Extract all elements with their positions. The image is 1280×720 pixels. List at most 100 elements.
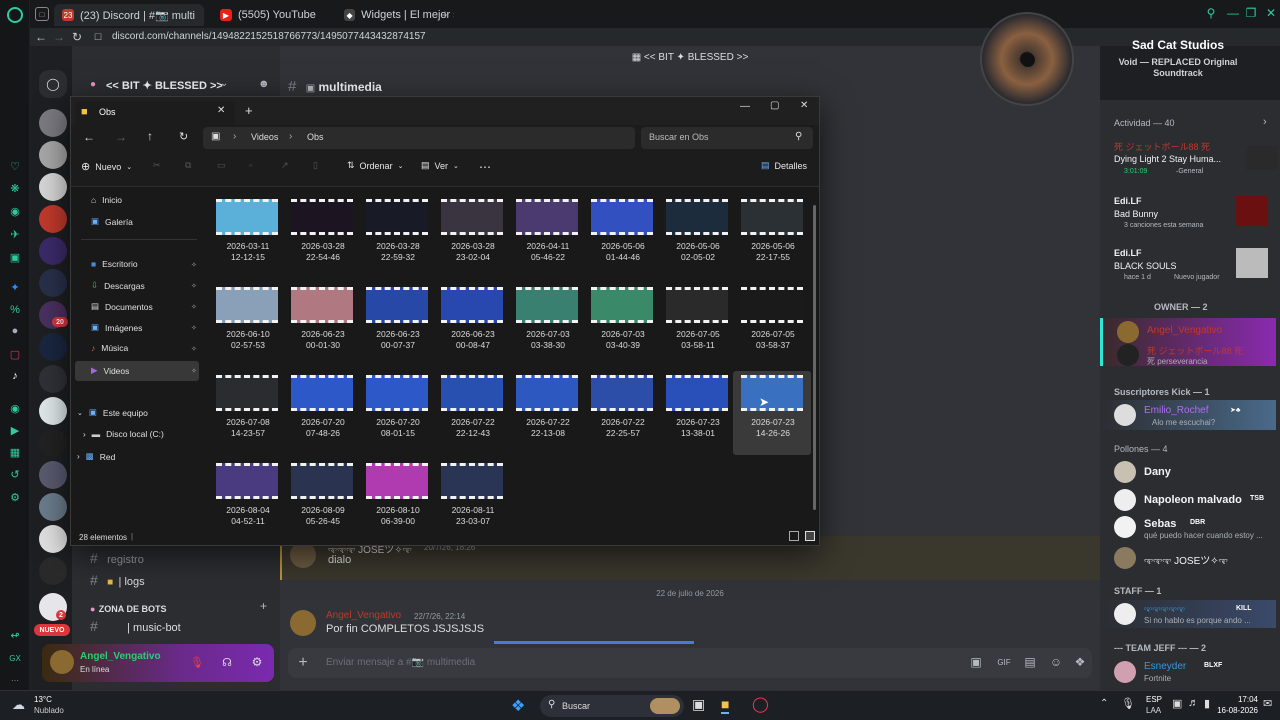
percent-icon[interactable]: % bbox=[7, 302, 23, 318]
video-file[interactable]: 2026-07-22 22-12-43 bbox=[433, 371, 511, 455]
nav-item-descargas[interactable]: ⇩ Descargas bbox=[91, 280, 145, 291]
forward-arrow-icon[interactable]: → bbox=[115, 130, 127, 144]
video-file[interactable]: 2026-06-23 00-07-37 bbox=[358, 283, 436, 367]
video-file[interactable]: 2026-07-22 22-13-08 bbox=[508, 371, 586, 455]
tiktok-icon[interactable]: ♪ bbox=[7, 368, 23, 384]
language[interactable]: ESP bbox=[1146, 695, 1162, 704]
server-icon[interactable] bbox=[39, 237, 67, 265]
album-disc-art[interactable] bbox=[980, 12, 1074, 106]
box-icon[interactable]: ▦ bbox=[7, 444, 23, 460]
close-button[interactable]: ✕ bbox=[1264, 6, 1278, 20]
tab-youtube[interactable]: ▶ (5505) YouTube bbox=[212, 4, 336, 26]
server-icon[interactable] bbox=[39, 141, 67, 169]
message-author[interactable]: Angel_Vengativo bbox=[326, 610, 401, 621]
spark-icon[interactable]: ✦ bbox=[7, 279, 23, 295]
member-row[interactable]: Napoleon malvado TSB bbox=[1100, 488, 1276, 512]
gif-icon[interactable]: GIF bbox=[996, 654, 1012, 670]
chevron-right-icon[interactable]: › bbox=[1263, 116, 1267, 128]
sticker-icon[interactable]: ▤ bbox=[1022, 654, 1038, 670]
extensions-icon[interactable]: ↫ bbox=[7, 627, 23, 643]
spotify-icon[interactable]: ◉ bbox=[7, 400, 23, 416]
nav-item-videos[interactable]: ▶ Videos bbox=[91, 365, 129, 376]
avatar[interactable] bbox=[290, 610, 316, 636]
cut-icon[interactable]: ✂ bbox=[153, 160, 161, 171]
nav-item-inicio[interactable]: ⌂ Inicio bbox=[91, 195, 122, 205]
member-row[interactable]: ಞಞಞಞಞ KILL Si no hablo es porque ando ..… bbox=[1100, 600, 1276, 628]
activity-card[interactable]: Edi.LF BLACK SOULS hace 1 d Nuevo jugado… bbox=[1110, 246, 1274, 286]
delete-icon[interactable]: ▯ bbox=[313, 160, 318, 171]
video-file[interactable]: 2026-05-06 01-44-46 bbox=[583, 195, 661, 279]
pin-icon[interactable]: ✧ bbox=[191, 345, 197, 353]
details-view-icon[interactable] bbox=[789, 531, 799, 541]
server-icon[interactable] bbox=[39, 173, 67, 201]
gift-icon[interactable]: ▣ bbox=[968, 654, 984, 670]
server-icon[interactable] bbox=[39, 397, 67, 425]
package-icon[interactable]: ▣ bbox=[7, 249, 23, 265]
close-tab-icon[interactable]: ✕ bbox=[217, 105, 225, 116]
emoji-icon[interactable]: ☺ bbox=[1048, 654, 1064, 670]
weather-cloud-icon[interactable]: ☁ bbox=[12, 697, 25, 713]
discord-icon[interactable]: ● bbox=[7, 323, 23, 339]
sort-button[interactable]: ⇅ Ordenar ⌄ bbox=[347, 160, 403, 171]
file-explorer-icon[interactable]: ■ bbox=[721, 696, 730, 714]
clock-date[interactable]: 16-08-2026 bbox=[1206, 706, 1258, 715]
breadcrumb-item[interactable]: Videos bbox=[251, 132, 278, 142]
server-icon[interactable] bbox=[39, 525, 67, 553]
channel-item-registro[interactable]: # registro bbox=[90, 550, 270, 568]
video-file[interactable]: 2026-07-20 08-01-15 bbox=[358, 371, 436, 455]
server-icon[interactable] bbox=[39, 493, 67, 521]
heart-icon[interactable]: ♡ bbox=[7, 158, 23, 174]
refresh-icon[interactable]: ↻ bbox=[179, 130, 188, 143]
view-button[interactable]: ▤ Ver ⌄ bbox=[421, 160, 459, 171]
maximize-button[interactable]: ▢ bbox=[770, 100, 779, 111]
video-file[interactable]: 2026-06-23 00-08-47 bbox=[433, 283, 511, 367]
headphones-icon[interactable]: ☊ bbox=[218, 653, 236, 671]
video-file[interactable]: 2026-07-05 03-58-37 bbox=[733, 283, 811, 367]
pin-icon[interactable]: ✧ bbox=[191, 303, 197, 311]
channel-item-music-bot[interactable]: # | music-bot bbox=[90, 618, 270, 636]
nav-item-musica[interactable]: ♪ Música bbox=[91, 343, 128, 353]
server-icon[interactable] bbox=[39, 333, 67, 361]
nav-item-escritorio[interactable]: ■ Escritorio bbox=[91, 259, 138, 269]
new-tab-button[interactable]: + bbox=[245, 103, 253, 118]
video-file[interactable]: 2026-07-23 13-38-01 bbox=[658, 371, 736, 455]
video-file[interactable]: 2026-03-28 23-02-04 bbox=[433, 195, 511, 279]
server-icon[interactable] bbox=[39, 461, 67, 489]
pin-icon[interactable]: ✧ bbox=[191, 324, 197, 332]
microphone-icon[interactable]: 🎙 bbox=[1121, 697, 1135, 710]
message-composer[interactable]: + Enviar mensaje a #📷 multimedia ▣ GIF ▤… bbox=[288, 648, 1092, 678]
discord-home-icon[interactable]: ◯ bbox=[39, 70, 67, 98]
video-file[interactable]: 2026-07-03 03-40-39 bbox=[583, 283, 661, 367]
video-file[interactable]: 2026-03-11 12-12-15 bbox=[208, 195, 286, 279]
activity-card[interactable]: 死 ジェットボール88 死 Dying Light 2 Stay Huma...… bbox=[1110, 138, 1278, 182]
player-icon[interactable]: ▶ bbox=[7, 422, 23, 438]
server-icon[interactable] bbox=[39, 557, 67, 585]
maximize-button[interactable]: ❐ bbox=[1244, 6, 1258, 20]
reload-icon[interactable]: ↻ bbox=[70, 30, 84, 44]
eye-icon[interactable]: ◉ bbox=[7, 203, 23, 219]
video-file[interactable]: 2026-06-23 00-01-30 bbox=[283, 283, 361, 367]
member-row[interactable]: Sebas DBR qué puedo hacer cuando estoy .… bbox=[1100, 514, 1276, 542]
paste-icon[interactable]: ▭ bbox=[217, 160, 226, 171]
nav-item-galeria[interactable]: ▣ Galería bbox=[91, 216, 133, 227]
search-field[interactable]: Buscar en Obs ⚲ bbox=[641, 127, 813, 149]
rename-icon[interactable]: ▫ bbox=[249, 160, 252, 170]
gx-icon[interactable]: GX bbox=[7, 650, 23, 666]
apps-icon[interactable]: ❖ bbox=[1072, 654, 1088, 670]
video-file[interactable]: 2026-05-06 22-17-55 bbox=[733, 195, 811, 279]
search-icon[interactable]: ⚲ bbox=[1204, 6, 1218, 20]
video-file[interactable]: 2026-07-23 14-26-26 bbox=[733, 371, 811, 455]
video-file[interactable]: 2026-03-28 22-59-32 bbox=[358, 195, 436, 279]
forward-arrow-icon[interactable]: → bbox=[52, 30, 66, 44]
settings-icon[interactable]: ⚙ bbox=[7, 489, 23, 505]
user-settings-icon[interactable]: ⚙ bbox=[248, 653, 266, 671]
attachment-preview[interactable] bbox=[494, 641, 694, 644]
member-row[interactable]: Angel_Vengativo 死 ジェットボール88 死 死 persever… bbox=[1100, 318, 1276, 366]
nav-item-este-equipo[interactable]: ⌄ ▣ Este equipo bbox=[77, 407, 148, 418]
server-icon[interactable] bbox=[39, 365, 67, 393]
server-icon[interactable] bbox=[39, 269, 67, 297]
taskbar-search[interactable]: ⚲ Buscar bbox=[540, 695, 684, 717]
nav-item-disco-c[interactable]: › ▬ Disco local (C:) bbox=[83, 429, 164, 439]
back-arrow-icon[interactable]: ← bbox=[83, 130, 95, 144]
large-icons-view-icon[interactable] bbox=[805, 531, 815, 541]
